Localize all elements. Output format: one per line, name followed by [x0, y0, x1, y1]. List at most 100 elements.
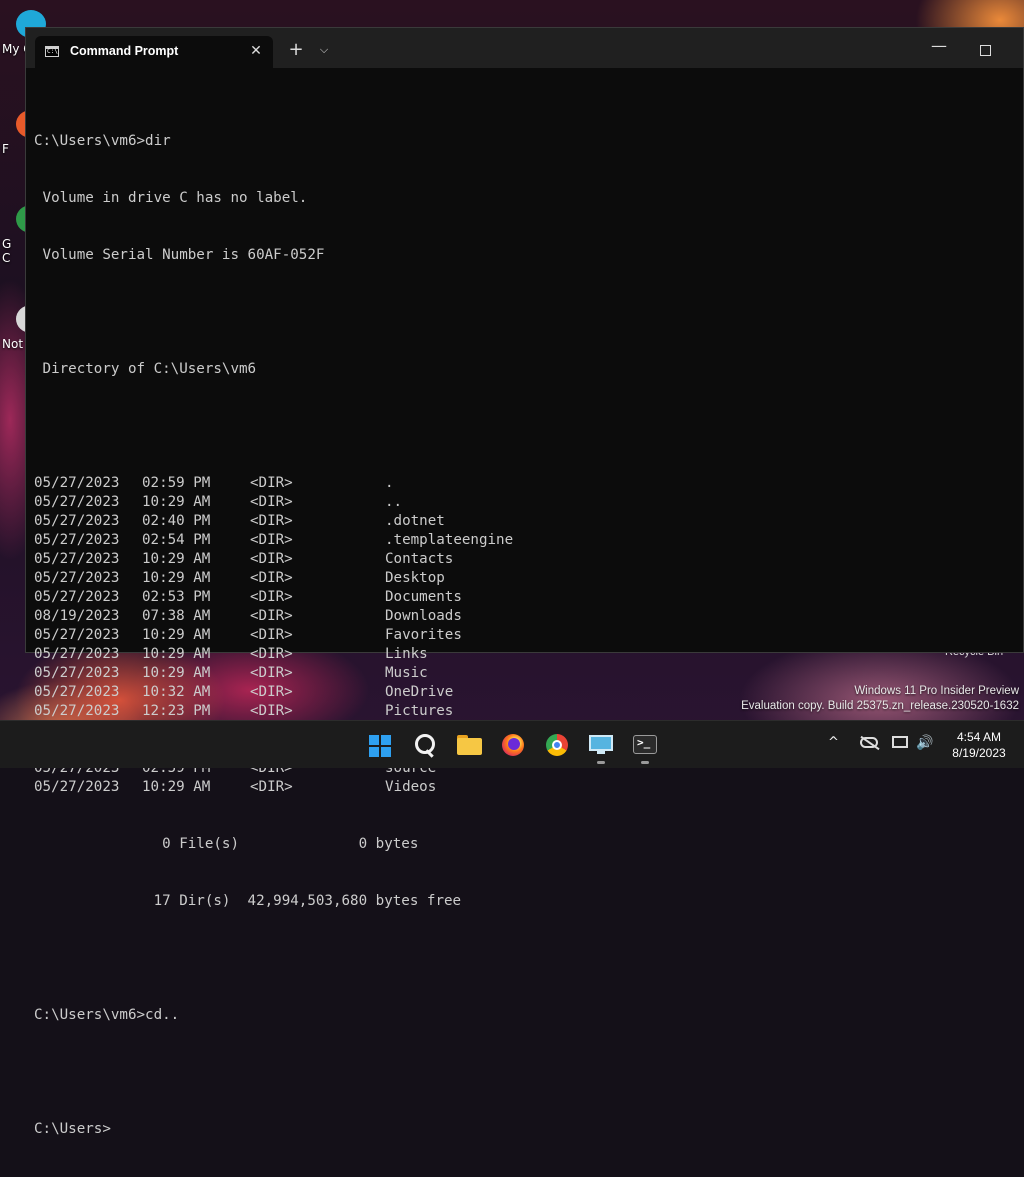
- desktop-icon-google-chrome[interactable]: G C: [0, 205, 46, 265]
- tab-title: Command Prompt: [70, 44, 179, 58]
- clock-date: 8/19/2023: [952, 746, 1006, 760]
- firefox-button[interactable]: [497, 729, 529, 761]
- dir-entry-time: 02:54 PM: [142, 532, 211, 548]
- windows-watermark: Windows 11 Pro Insider Preview Evaluatio…: [741, 684, 1019, 714]
- dir-entry-date: 08/19/2023: [34, 608, 120, 624]
- dir-entry-type: <DIR>: [250, 551, 293, 567]
- dir-entry-name: Contacts: [385, 551, 454, 567]
- dir-entry: 05/27/2023 10:32 AM <DIR> OneDrive: [34, 683, 461, 702]
- terminal-window: C:\ Command Prompt ✕ + ⌵ — C:\Users\vm6>…: [25, 27, 1024, 1137]
- taskbar: >_ ^ 🔊 4:54 AM 8/19/2023: [0, 720, 1024, 768]
- maximize-icon: [979, 45, 991, 56]
- running-indicator: [641, 761, 649, 764]
- desktop-icon-notepad[interactable]: Not: [0, 305, 46, 351]
- dir-entry-time: 10:29 AM: [142, 646, 211, 662]
- chevron-down-icon[interactable]: ⌵: [314, 38, 334, 62]
- dir-entry-type: <DIR>: [250, 627, 293, 643]
- dir-entry: 05/27/2023 10:29 AM <DIR> Favorites: [34, 626, 462, 645]
- cmd-icon: C:\: [45, 46, 59, 57]
- dir-entry-time: 10:29 AM: [142, 779, 211, 795]
- volume-icon[interactable]: 🔊: [916, 735, 933, 751]
- dir-entry-date: 05/27/2023: [34, 532, 120, 548]
- running-indicator: [597, 761, 605, 764]
- clock-time: 4:54 AM: [956, 730, 1002, 744]
- monitor-icon: [589, 735, 613, 751]
- dir-entry-type: <DIR>: [250, 570, 293, 586]
- dir-entry-name: Downloads: [385, 608, 462, 624]
- start-button[interactable]: [364, 729, 396, 761]
- dir-entry-date: 05/27/2023: [34, 779, 120, 795]
- tab-command-prompt[interactable]: C:\ Command Prompt ✕: [35, 36, 273, 68]
- dir-entry-time: 10:29 AM: [142, 665, 211, 681]
- maximize-button[interactable]: [970, 38, 1000, 62]
- dir-entry-name: Desktop: [385, 570, 445, 586]
- chevron-up-icon[interactable]: ^: [828, 735, 839, 750]
- dir-entry-type: <DIR>: [250, 665, 293, 681]
- console-dirs-summary: 17 Dir(s) 42,994,503,680 bytes free: [34, 893, 462, 909]
- dir-entry-time: 10:29 AM: [142, 570, 211, 586]
- dir-entry-date: 05/27/2023: [34, 646, 120, 662]
- desktop-icon-firefox-label: F: [2, 142, 9, 156]
- dir-entry-type: <DIR>: [250, 494, 293, 510]
- new-tab-button[interactable]: +: [284, 38, 308, 62]
- dir-entry-date: 05/27/2023: [34, 513, 120, 529]
- dir-entry-time: 10:29 AM: [142, 627, 211, 643]
- dir-entry-name: Pictures: [385, 703, 454, 719]
- dir-entry-date: 05/27/2023: [34, 494, 120, 510]
- folder-icon: [457, 738, 482, 755]
- console-blank: [34, 417, 461, 436]
- dir-entry-name: OneDrive: [385, 684, 454, 700]
- dir-entry-time: 02:59 PM: [142, 475, 211, 491]
- dir-entry: 05/27/2023 10:29 AM <DIR> Contacts: [34, 550, 461, 569]
- dir-entry-date: 05/27/2023: [34, 684, 120, 700]
- dir-entry-date: 05/27/2023: [34, 627, 120, 643]
- dir-entry-name: .templateengine: [385, 532, 514, 548]
- chrome-button[interactable]: [541, 729, 573, 761]
- dir-entry-type: <DIR>: [250, 684, 293, 700]
- dir-entry-name: Documents: [385, 589, 462, 605]
- minimize-button[interactable]: —: [924, 34, 954, 58]
- dir-entry: 05/27/2023 02:40 PM <DIR> .dotnet: [34, 512, 461, 531]
- watermark-line-2: Evaluation copy. Build 25375.zn_release.…: [741, 700, 1019, 712]
- console-volume-label: Volume in drive C has no label.: [34, 190, 308, 206]
- dir-entry-type: <DIR>: [250, 475, 293, 491]
- dir-entry-name: Videos: [385, 779, 437, 795]
- terminal-button[interactable]: >_: [629, 729, 661, 764]
- console-output[interactable]: C:\Users\vm6>dir Volume in drive C has n…: [34, 94, 513, 1177]
- network-icon[interactable]: [892, 736, 908, 748]
- dir-entry-name: ..: [385, 494, 403, 510]
- title-bar[interactable]: C:\ Command Prompt ✕ + ⌵ —: [26, 28, 1023, 68]
- desktop-icon-firefox[interactable]: F: [0, 110, 46, 156]
- dir-entry-date: 05/27/2023: [34, 475, 120, 491]
- dir-entry: 08/19/2023 07:38 AM <DIR> Downloads: [34, 607, 462, 626]
- dir-entry-time: 07:38 AM: [142, 608, 211, 624]
- console-files-summary: 0 File(s) 0 bytes: [34, 836, 419, 852]
- desktop-icon-notepad-label: Not: [2, 337, 24, 351]
- dir-entry-date: 05/27/2023: [34, 703, 120, 719]
- desktop-icon-my-computer[interactable]: My C: [0, 10, 46, 56]
- console-directory-of: Directory of C:\Users\vm6: [34, 361, 257, 377]
- dir-entry: 05/27/2023 10:29 AM <DIR> Videos: [34, 778, 461, 797]
- dir-entry-time: 10:29 AM: [142, 551, 211, 567]
- dir-entry: 05/27/2023 10:29 AM <DIR> Desktop: [34, 569, 461, 588]
- dir-entry-type: <DIR>: [250, 646, 293, 662]
- dir-entry-time: 02:40 PM: [142, 513, 211, 529]
- search-button[interactable]: [409, 729, 441, 761]
- desktop-icon-google-chrome-label: G C: [2, 237, 12, 265]
- onedrive-offline-icon[interactable]: [860, 737, 878, 748]
- dir-entry-date: 05/27/2023: [34, 551, 120, 567]
- console-serial: Volume Serial Number is 60AF-052F: [34, 247, 325, 263]
- dir-entry: 05/27/2023 10:29 AM <DIR> Music: [34, 664, 461, 683]
- console-blank: [34, 949, 461, 968]
- system-clock[interactable]: 4:54 AM 8/19/2023: [948, 729, 1010, 761]
- remote-desktop-button[interactable]: [585, 729, 617, 764]
- dir-entry-name: .: [385, 475, 394, 491]
- console-current-prompt: C:\Users>: [34, 1121, 111, 1137]
- close-tab-icon[interactable]: ✕: [245, 40, 267, 62]
- watermark-line-1: Windows 11 Pro Insider Preview: [854, 685, 1019, 697]
- dir-entry-name: Links: [385, 646, 428, 662]
- console-prompt-dir: C:\Users\vm6>dir: [34, 133, 171, 149]
- file-explorer-button[interactable]: [453, 729, 485, 761]
- dir-entry-name: Music: [385, 665, 428, 681]
- dir-entry-type: <DIR>: [250, 532, 293, 548]
